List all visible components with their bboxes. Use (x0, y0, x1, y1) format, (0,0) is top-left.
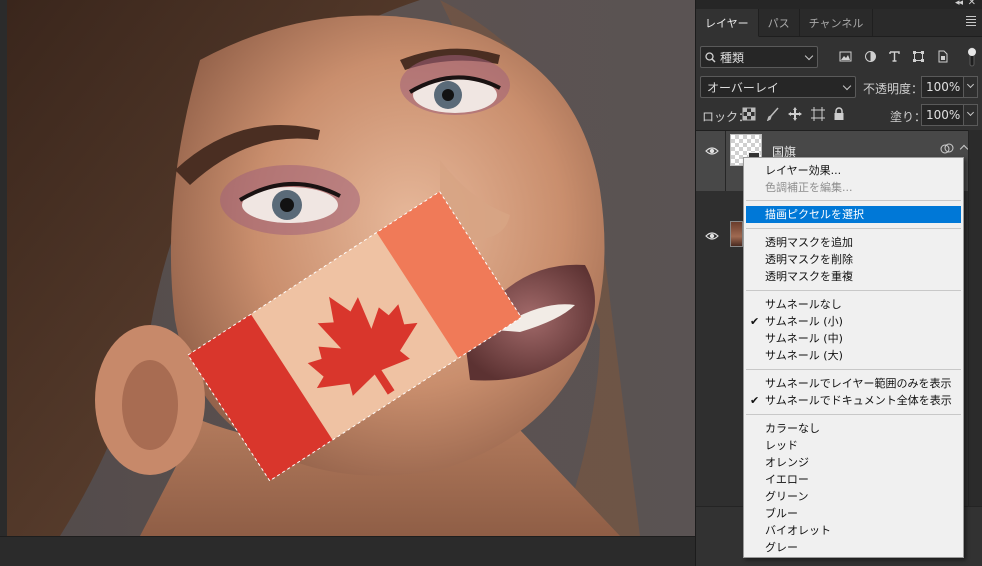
opacity-dropdown-button[interactable] (963, 76, 978, 98)
menu-item-color-none[interactable]: カラーなし (744, 420, 963, 437)
menu-item-thumbnail-large[interactable]: サムネール (大) (744, 347, 963, 364)
visibility-eye-icon[interactable] (705, 231, 719, 241)
panel-tabs: レイヤー パス チャンネル (696, 9, 982, 37)
menu-item-color-gray[interactable]: グレー (744, 539, 963, 556)
fill-dropdown-button[interactable] (963, 104, 978, 126)
menu-separator (746, 200, 961, 201)
layer-context-menu: レイヤー効果... 色調補正を編集... 描画ピクセルを選択 透明マスクを追加 … (743, 157, 964, 558)
chevron-down-icon (842, 81, 852, 91)
chevron-down-icon (804, 51, 814, 61)
document-canvas[interactable] (0, 0, 695, 536)
tab-channels[interactable]: チャンネル (800, 9, 874, 36)
visibility-eye-icon[interactable] (705, 146, 719, 156)
chevron-down-icon (966, 108, 975, 117)
lock-transparency-icon[interactable] (742, 107, 756, 121)
menu-item-color-red[interactable]: レッド (744, 437, 963, 454)
menu-item-subtract-transparency-mask[interactable]: 透明マスクを削除 (744, 251, 963, 268)
fill-value: 100% (926, 108, 961, 122)
checkmark-icon: ✔ (750, 394, 760, 407)
opacity-value: 100% (926, 80, 961, 94)
menu-separator (746, 290, 961, 291)
menu-item-color-blue[interactable]: ブルー (744, 505, 963, 522)
lock-position-icon[interactable] (788, 107, 802, 121)
menu-item-color-green[interactable]: グリーン (744, 488, 963, 505)
shape-filter-icon[interactable] (912, 50, 925, 63)
smart-object-filter-icon[interactable] (936, 50, 949, 63)
menu-item-thumbnail-small-row[interactable]: ✔ サムネール (小) (744, 313, 963, 330)
fill-input[interactable]: 100% (921, 104, 963, 126)
menu-separator (746, 369, 961, 370)
layer-filter-row: 種類 (696, 44, 982, 70)
panel-menu-icon[interactable] (966, 16, 976, 26)
menu-separator (746, 414, 961, 415)
menu-separator (746, 228, 961, 229)
image-filter-icon[interactable] (839, 50, 852, 63)
canvas-left-edge (0, 0, 7, 536)
blend-mode-select[interactable]: オーバーレイ (700, 76, 856, 98)
menu-item-color-violet[interactable]: バイオレット (744, 522, 963, 539)
collapse-panel-icon[interactable]: ◂◂ (955, 0, 963, 8)
layer-effects-icon[interactable] (940, 143, 954, 155)
menu-item-layer-effects[interactable]: レイヤー効果... (744, 162, 963, 179)
panel-title-strip: ◂◂ ✕ (696, 0, 982, 9)
adjustment-filter-icon[interactable] (864, 50, 877, 63)
lock-row: ロック： 塗り： 100% (696, 103, 982, 127)
type-filter-icon[interactable] (888, 50, 901, 63)
layer-thumbnail[interactable] (730, 221, 743, 247)
menu-item-clip-to-layer-bounds[interactable]: サムネールでレイヤー範囲のみを表示 (744, 375, 963, 392)
checkmark-icon: ✔ (750, 315, 760, 328)
layer-filter-select[interactable]: 種類 (700, 46, 818, 68)
filter-toggle-icon[interactable] (967, 46, 977, 68)
tab-paths[interactable]: パス (759, 9, 800, 36)
blend-row: オーバーレイ 不透明度： 100% (696, 73, 982, 99)
blend-mode-value: オーバーレイ (707, 80, 779, 95)
status-bar (0, 536, 695, 566)
menu-item-clip-to-document-row[interactable]: ✔ サムネールでドキュメント全体を表示 (744, 392, 963, 409)
menu-item-no-thumbnail[interactable]: サムネールなし (744, 296, 963, 313)
layers-scrollbar[interactable] (968, 130, 982, 506)
menu-item-clip-to-document: サムネールでドキュメント全体を表示 (765, 394, 952, 407)
search-icon (705, 51, 716, 63)
portrait-photo (7, 0, 640, 536)
menu-item-color-yellow[interactable]: イエロー (744, 471, 963, 488)
lock-all-icon[interactable] (832, 107, 846, 121)
tab-layers[interactable]: レイヤー (696, 9, 759, 37)
menu-item-select-pixels[interactable]: 描画ピクセルを選択 (746, 206, 961, 223)
menu-item-thumbnail-medium[interactable]: サムネール (中) (744, 330, 963, 347)
menu-item-add-transparency-mask[interactable]: 透明マスクを追加 (744, 234, 963, 251)
close-icon[interactable]: ✕ (968, 0, 976, 8)
chevron-up-icon[interactable] (959, 144, 969, 154)
menu-item-color-orange[interactable]: オレンジ (744, 454, 963, 471)
layer-filter-label: 種類 (720, 50, 745, 65)
opacity-label: 不透明度： (863, 82, 924, 96)
menu-item-edit-adjustment: 色調補正を編集... (765, 181, 853, 194)
chevron-down-icon (966, 80, 975, 89)
menu-item-thumbnail-small: サムネール (小) (765, 315, 843, 328)
lock-artboard-icon[interactable] (811, 107, 825, 121)
lock-image-pixels-icon[interactable] (766, 107, 780, 121)
menu-item-intersect-transparency-mask[interactable]: 透明マスクを重複 (744, 268, 963, 285)
opacity-input[interactable]: 100% (921, 76, 963, 98)
